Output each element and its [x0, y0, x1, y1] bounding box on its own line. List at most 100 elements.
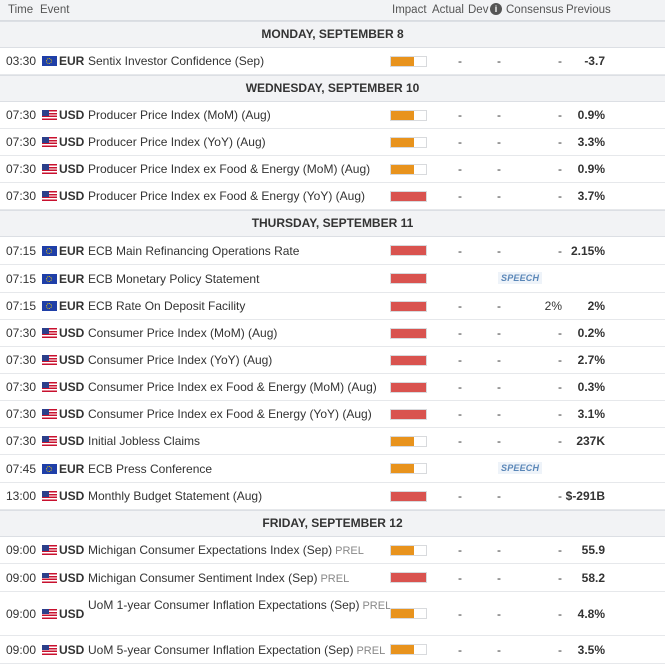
event-name-text[interactable]: Monthly Budget Statement (Aug)	[88, 489, 262, 503]
event-name-text[interactable]: Consumer Price Index (MoM) (Aug)	[88, 326, 277, 340]
event-name-text[interactable]: Consumer Price Index ex Food & Energy (M…	[88, 380, 377, 394]
impact-bar	[390, 136, 427, 148]
event-name[interactable]: Michigan Consumer Expectations Index (Se…	[88, 543, 364, 557]
event-time: 07:30	[6, 189, 37, 203]
event-name-text[interactable]: Michigan Consumer Sentiment Index (Sep)	[88, 571, 317, 585]
table-row[interactable]: 07:30 USD Producer Price Index ex Food & E…	[0, 183, 665, 210]
event-name[interactable]: UoM 1-year Consumer Inflation Expectatio…	[88, 598, 391, 612]
column-header-impact[interactable]: Impact	[392, 4, 427, 16]
event-name-text[interactable]: Consumer Price Index ex Food & Energy (Y…	[88, 407, 372, 421]
previous-value: 0.9%	[577, 162, 605, 176]
event-name-text[interactable]: Initial Jobless Claims	[88, 434, 200, 448]
calendar-table: MONDAY, SEPTEMBER 8 03:30 EUR Sentix Invest…	[0, 21, 665, 664]
actual-value: -	[458, 299, 462, 313]
column-header-consensus[interactable]: Consensus	[506, 4, 564, 16]
table-row[interactable]: 07:30 USD Consumer Price Index (MoM) (Aug)…	[0, 320, 665, 347]
table-row[interactable]: 03:30 EUR Sentix Investor Confidence (Sep)…	[0, 48, 665, 75]
table-row[interactable]: 07:30 USD Consumer Price Index ex Food & E…	[0, 401, 665, 428]
previous-value: $-291B	[565, 489, 605, 503]
event-name-text[interactable]: Producer Price Index ex Food & Energy (Y…	[88, 189, 365, 203]
impact-bar	[390, 381, 427, 393]
day-header: MONDAY, SEPTEMBER 8	[0, 21, 665, 48]
table-row[interactable]: 07:30 USD Producer Price Index ex Food & E…	[0, 156, 665, 183]
event-name[interactable]: Producer Price Index ex Food & Energy (M…	[88, 162, 370, 176]
table-row[interactable]: 07:30 USD Producer Price Index (MoM) (Aug)…	[0, 102, 665, 129]
event-name-text[interactable]: ECB Press Conference	[88, 462, 212, 476]
event-time: 07:30	[6, 108, 37, 122]
event-name[interactable]: Producer Price Index (MoM) (Aug)	[88, 108, 271, 122]
event-name[interactable]: ECB Rate On Deposit Facility	[88, 299, 245, 313]
table-row[interactable]: 09:00 USD UoM 1-year Consumer Inflation Ex…	[0, 592, 665, 636]
dev-value: -	[497, 326, 501, 340]
day-header: WEDNESDAY, SEPTEMBER 10	[0, 75, 665, 102]
table-row[interactable]: 07:30 USD Consumer Price Index (YoY) (Aug)…	[0, 347, 665, 374]
table-row[interactable]: 07:30 USD Initial Jobless Claims - - -237K	[0, 428, 665, 455]
column-header-time[interactable]: Time	[8, 4, 33, 16]
table-row[interactable]: 07:45 EUR ECB Press Conference SPEECH	[0, 455, 665, 483]
event-name-text[interactable]: Michigan Consumer Expectations Index (Se…	[88, 543, 332, 557]
table-row[interactable]: 07:30 USD Producer Price Index (YoY) (Aug)…	[0, 129, 665, 156]
info-icon[interactable]: i	[490, 3, 502, 15]
event-name[interactable]: Monthly Budget Statement (Aug)	[88, 489, 262, 503]
column-header-actual[interactable]: Actual	[432, 4, 464, 16]
event-name-text[interactable]: Consumer Price Index (YoY) (Aug)	[88, 353, 272, 367]
impact-bar	[390, 608, 427, 619]
impact-bar	[390, 435, 427, 447]
table-row[interactable]: 09:00 USD Michigan Consumer Sentiment Inde…	[0, 564, 665, 592]
impact-fill	[391, 137, 415, 147]
table-row[interactable]: 07:15 EUR ECB Main Refinancing Operations …	[0, 237, 665, 265]
event-name[interactable]: Consumer Price Index ex Food & Energy (M…	[88, 380, 377, 394]
event-name[interactable]: Producer Price Index (YoY) (Aug)	[88, 135, 266, 149]
currency-code: USD	[59, 489, 85, 503]
event-name-text[interactable]: Producer Price Index (MoM) (Aug)	[88, 108, 271, 122]
us-flag-icon	[42, 436, 57, 446]
previous-value: 55.9	[581, 543, 605, 557]
us-flag-icon	[42, 191, 57, 201]
event-name-text[interactable]: Producer Price Index ex Food & Energy (M…	[88, 162, 370, 176]
event-name-text[interactable]: Sentix Investor Confidence (Sep)	[88, 54, 264, 68]
event-name[interactable]: ECB Main Refinancing Operations Rate	[88, 244, 299, 258]
impact-bar	[390, 354, 427, 366]
event-name[interactable]: Consumer Price Index (MoM) (Aug)	[88, 326, 277, 340]
currency-code: USD	[59, 606, 85, 621]
dev-value: -	[497, 54, 501, 68]
event-name[interactable]: Initial Jobless Claims	[88, 434, 200, 448]
impact-bar	[390, 572, 427, 583]
table-row[interactable]: 07:15 EUR ECB Rate On Deposit Facility - - 2%…	[0, 293, 665, 320]
table-row[interactable]: 09:00 USD Michigan Consumer Expectations I…	[0, 537, 665, 564]
impact-bar	[390, 245, 427, 256]
column-header-event[interactable]: Event	[40, 4, 69, 16]
dev-value: -	[497, 299, 501, 313]
table-row[interactable]: 13:00 USD Monthly Budget Statement (Aug) - -…	[0, 483, 665, 510]
event-name-text[interactable]: Producer Price Index (YoY) (Aug)	[88, 135, 266, 149]
currency-code: USD	[59, 380, 85, 394]
actual-value: -	[458, 543, 462, 557]
event-time: 07:30	[6, 135, 37, 149]
impact-bar	[390, 109, 427, 121]
previous-value: 3.3%	[577, 135, 605, 149]
event-time: 07:15	[6, 271, 37, 286]
event-name[interactable]: Sentix Investor Confidence (Sep)	[88, 54, 264, 68]
actual-value: -	[458, 353, 462, 367]
event-name[interactable]: ECB Press Conference	[88, 462, 212, 476]
table-row[interactable]: 07:15 EUR ECB Monetary Policy Statement SPE…	[0, 265, 665, 293]
event-name[interactable]: Consumer Price Index (YoY) (Aug)	[88, 353, 272, 367]
table-row[interactable]: 09:00 USD UoM 5-year Consumer Inflation Ex…	[0, 636, 665, 664]
event-name-text[interactable]: UoM 1-year Consumer Inflation Expectatio…	[88, 598, 359, 612]
table-row[interactable]: 07:30 USD Consumer Price Index ex Food & E…	[0, 374, 665, 401]
event-name-text[interactable]: ECB Monetary Policy Statement	[88, 272, 259, 286]
event-time: 03:30	[6, 54, 37, 68]
dev-value: -	[497, 353, 501, 367]
event-name[interactable]: Producer Price Index ex Food & Energy (Y…	[88, 189, 365, 203]
event-name-text[interactable]: ECB Main Refinancing Operations Rate	[88, 244, 299, 258]
event-name[interactable]: Michigan Consumer Sentiment Index (Sep) P…	[88, 571, 349, 585]
column-header-dev[interactable]: Dev	[468, 4, 488, 16]
impact-fill	[391, 164, 415, 174]
day-header: THURSDAY, SEPTEMBER 11	[0, 210, 665, 237]
event-name[interactable]: ECB Monetary Policy Statement	[88, 272, 259, 286]
event-name[interactable]: Consumer Price Index ex Food & Energy (Y…	[88, 407, 372, 421]
dev-value: -	[497, 135, 501, 149]
currency-code: EUR	[59, 243, 85, 258]
event-name-text[interactable]: ECB Rate On Deposit Facility	[88, 299, 245, 313]
column-header-previous[interactable]: Previous	[566, 4, 611, 16]
